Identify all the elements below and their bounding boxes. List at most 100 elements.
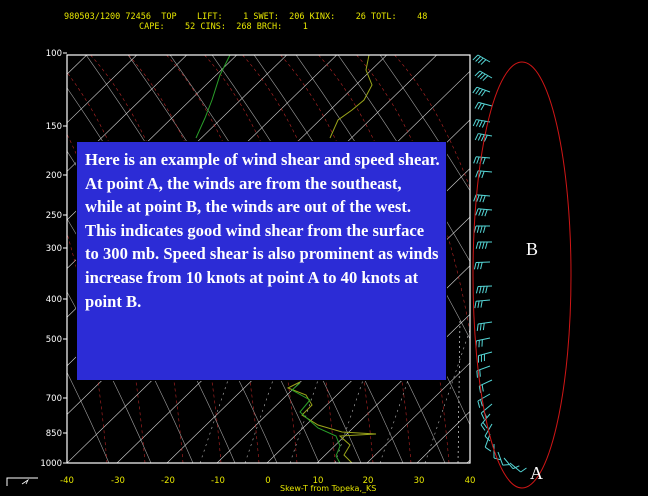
barb-flag [475,170,479,178]
point-a-label: A [530,463,543,483]
barb-flag [481,120,486,128]
barb-flag [478,120,483,128]
wind-barb [476,321,493,331]
temperature-axis: -40 -30 -20 -10 0 10 20 30 40 [60,476,475,486]
barb-flag [475,286,479,294]
barb-flag [480,300,483,308]
barb-flag [479,73,486,80]
barb-flag [484,241,488,249]
barb-flag [479,195,483,203]
barb-flag [520,467,527,473]
corner-bracket [6,477,38,486]
barb-flag [475,56,481,62]
temperature-label: -40 [60,476,74,486]
barb-flag [476,370,478,378]
barb-shaft [478,351,493,357]
barb-flag [484,446,492,452]
barb-flag [475,119,480,127]
barb-flag [474,70,481,77]
corner-mark-icon [21,478,30,485]
wind-barb [472,54,491,65]
barb-flag [473,156,477,164]
pressure-label: 150 [46,122,62,132]
pressure-label: 850 [46,429,62,439]
isotherm-line [0,45,47,463]
barb-flag [474,133,479,141]
wind-barb [473,261,491,270]
barb-flag [478,208,482,216]
dewpoint-trace [195,55,231,139]
wind-barb [475,241,492,249]
temperature-label: 30 [414,476,425,486]
barb-flag [476,194,480,202]
wind-barb [474,101,493,111]
barb-flag [476,225,480,233]
wind-barb [475,285,493,294]
barb-flag [477,133,482,141]
barb-flag [481,171,485,179]
temperature-label: -30 [111,476,125,486]
barb-flag [472,119,477,127]
wind-barb [472,86,491,97]
barb-flag [474,301,477,309]
header-line-1: 980503/1200 72456 TOP LIFT: 1 SWET: 206 … [64,12,428,22]
barb-flag [473,262,477,270]
barb-flag [472,86,478,94]
barb-flag [480,412,485,420]
barb-shaft [477,393,491,402]
barb-shaft [476,337,491,342]
barb-shaft [476,299,491,302]
pressure-label: 200 [46,171,62,181]
barb-shaft [476,156,491,159]
barb-flag [477,400,481,408]
temperature-label: -20 [161,476,175,486]
barb-flag [482,157,486,165]
barb-shaft [476,194,491,197]
wind-barb [475,208,493,217]
pressure-label: 300 [46,244,62,254]
temperature-label: -10 [211,476,225,486]
barb-flag [477,102,482,110]
pressure-label: 700 [46,394,62,404]
barb-shaft [478,170,493,173]
temperature-trace [329,55,373,139]
barb-flag [475,87,481,95]
barb-flag [477,57,484,64]
barb-flag [477,72,483,78]
barb-flag [485,286,488,294]
wind-barb [503,457,520,470]
barb-flag [482,286,485,294]
barb-flag [480,59,487,65]
wind-barb [474,70,493,81]
barb-flag [478,89,484,96]
barb-flag [476,323,479,331]
barb-flag [480,103,485,111]
barb-flag [480,424,486,431]
wind-barb [477,351,493,363]
barb-flag [477,300,480,308]
pressure-label: 1000 [40,459,62,469]
barb-flag [479,369,481,377]
barb-shaft [478,208,493,211]
pressure-label: 400 [46,295,62,305]
barb-flag [475,208,479,216]
wind-barb [475,337,491,348]
point-b-label: B [526,239,539,259]
barb-flag [481,90,486,97]
barb-flag [476,156,480,164]
wind-barb [477,393,491,408]
pressure-label: 500 [46,335,62,345]
annotation-box: Here is an example of wind shear and spe… [76,141,447,381]
barb-flag [482,195,486,203]
barb-shaft [503,457,514,470]
barb-flag [479,286,482,294]
highlight-ellipse [472,61,572,489]
barb-flag [481,384,484,392]
dewpoint-trace-low [291,382,341,463]
footer-caption: Skew-T from Topeka,_KS [280,484,377,493]
barb-flag [480,262,483,270]
pressure-label: 250 [46,211,62,221]
reference-curve [457,319,461,463]
barb-flag [472,54,479,61]
barb-flag [475,241,479,249]
